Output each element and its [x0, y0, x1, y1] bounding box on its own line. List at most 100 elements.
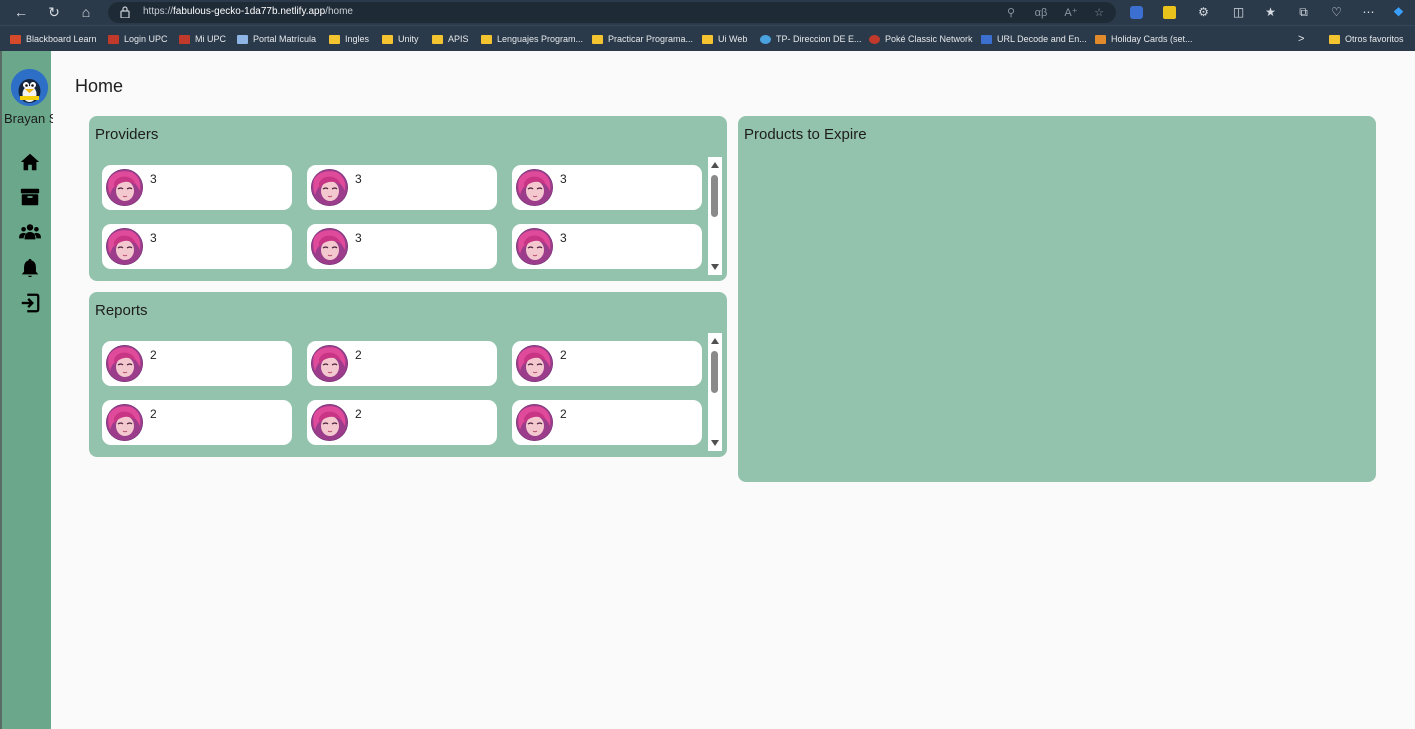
- avatar: [106, 228, 143, 265]
- scroll-up-arrow-icon[interactable]: [711, 338, 719, 344]
- penguin-avatar-icon: [11, 69, 48, 106]
- scroll-thumb[interactable]: [711, 175, 718, 217]
- report-item-value: 2: [355, 348, 362, 362]
- provider-item-value: 3: [150, 231, 157, 245]
- bookmark-item[interactable]: Holiday Cards (set...: [1095, 32, 1193, 46]
- browser-essentials-icon[interactable]: ♡: [1328, 4, 1345, 21]
- report-item-value: 2: [150, 348, 157, 362]
- avatar: [516, 228, 553, 265]
- collections-icon[interactable]: ⧉: [1295, 4, 1312, 21]
- provider-item[interactable]: 3: [307, 224, 497, 269]
- bookmark-item[interactable]: Login UPC: [108, 32, 168, 46]
- providers-card: Providers 3 3 3 3 3 3: [89, 116, 727, 281]
- read-aloud-icon[interactable]: A⁺: [1063, 5, 1079, 21]
- report-item[interactable]: 2: [102, 400, 292, 445]
- avatar: [311, 404, 348, 441]
- lock-icon: [120, 6, 130, 18]
- avatar: [516, 169, 553, 206]
- key-icon[interactable]: ⚲: [1003, 5, 1019, 21]
- bookmark-item[interactable]: Mi UPC: [179, 32, 226, 46]
- providers-title: Providers: [95, 126, 159, 143]
- bookmark-item[interactable]: APIS: [432, 32, 469, 46]
- bookmark-favicon: [237, 34, 248, 44]
- report-item[interactable]: 2: [307, 400, 497, 445]
- extension-translate-icon[interactable]: [1130, 6, 1143, 19]
- avatar: [516, 404, 553, 441]
- copilot-icon[interactable]: ❖: [1390, 4, 1407, 21]
- bookmark-favicon: [179, 34, 190, 44]
- provider-item-value: 3: [150, 172, 157, 186]
- scroll-up-arrow-icon[interactable]: [711, 162, 719, 168]
- translate-icon[interactable]: αβ: [1033, 5, 1049, 21]
- provider-item-value: 3: [560, 172, 567, 186]
- folder-icon: [329, 34, 340, 44]
- scroll-thumb[interactable]: [711, 351, 718, 393]
- users-icon[interactable]: [19, 221, 41, 243]
- home-icon[interactable]: [19, 151, 41, 173]
- back-icon[interactable]: ←: [11, 3, 31, 21]
- favorites-icon[interactable]: ★: [1262, 4, 1279, 21]
- avatar: [516, 345, 553, 382]
- scroll-down-arrow-icon[interactable]: [711, 440, 719, 446]
- report-item[interactable]: 2: [512, 341, 702, 386]
- folder-icon: [432, 34, 443, 44]
- bookmark-item[interactable]: Portal Matrícula: [237, 32, 316, 46]
- archive-icon[interactable]: [19, 186, 41, 208]
- extension-dictionary-icon[interactable]: [1163, 6, 1176, 19]
- provider-item-value: 3: [560, 231, 567, 245]
- bookmark-favicon: [981, 34, 992, 44]
- provider-item[interactable]: 3: [307, 165, 497, 210]
- provider-item[interactable]: 3: [102, 224, 292, 269]
- avatar: [311, 228, 348, 265]
- split-screen-icon[interactable]: ◫: [1230, 4, 1247, 21]
- report-item-value: 2: [560, 348, 567, 362]
- user-avatar[interactable]: [11, 69, 48, 106]
- avatar: [106, 169, 143, 206]
- report-item-value: 2: [355, 407, 362, 421]
- providers-scrollbar[interactable]: [708, 157, 722, 275]
- avatar: [311, 169, 348, 206]
- browser-toolbar: ← ↻ ⌂ https://fabulous-gecko-1da77b.netl…: [0, 0, 1415, 25]
- bookmark-favicon: [10, 34, 21, 44]
- page-title: Home: [75, 76, 124, 96]
- bookmark-favicon: [760, 34, 771, 44]
- refresh-icon[interactable]: ↻: [44, 3, 64, 21]
- provider-item[interactable]: 3: [512, 224, 702, 269]
- provider-item-value: 3: [355, 172, 362, 186]
- more-bookmarks-chevron[interactable]: >: [1298, 32, 1304, 46]
- folder-icon: [1329, 34, 1340, 44]
- bookmark-favicon: [869, 34, 880, 44]
- bookmark-favicon: [108, 34, 119, 44]
- other-favorites[interactable]: Otros favoritos: [1329, 32, 1404, 46]
- bookmark-item[interactable]: Unity: [382, 32, 419, 46]
- scroll-down-arrow-icon[interactable]: [711, 264, 719, 270]
- report-item[interactable]: 2: [102, 341, 292, 386]
- bookmark-item[interactable]: Ingles: [329, 32, 369, 46]
- address-bar[interactable]: https://fabulous-gecko-1da77b.netlify.ap…: [108, 2, 1116, 23]
- bookmark-item[interactable]: TP- Direccion DE E...: [760, 32, 862, 46]
- logout-icon[interactable]: [19, 292, 41, 314]
- products-to-expire-title: Products to Expire: [744, 126, 867, 143]
- bookmark-item[interactable]: Blackboard Learn: [10, 32, 97, 46]
- bookmark-item[interactable]: Practicar Programa...: [592, 32, 693, 46]
- products-to-expire-card: Products to Expire: [738, 116, 1376, 482]
- bookmark-item[interactable]: Ui Web: [702, 32, 747, 46]
- folder-icon: [481, 34, 492, 44]
- more-menu-icon[interactable]: ⋯: [1360, 4, 1377, 21]
- provider-item[interactable]: 3: [512, 165, 702, 210]
- report-item[interactable]: 2: [512, 400, 702, 445]
- bell-icon[interactable]: [19, 257, 41, 279]
- bookmark-item[interactable]: Poké Classic Network: [869, 32, 973, 46]
- url-text[interactable]: https://fabulous-gecko-1da77b.netlify.ap…: [143, 6, 353, 17]
- avatar: [106, 345, 143, 382]
- bookmark-item[interactable]: Lenguajes Program...: [481, 32, 583, 46]
- reports-card: Reports 2 2 2 2 2 2: [89, 292, 727, 457]
- extensions-icon[interactable]: ⚙: [1195, 4, 1212, 21]
- provider-item[interactable]: 3: [102, 165, 292, 210]
- report-item[interactable]: 2: [307, 341, 497, 386]
- bookmark-favicon: [1095, 34, 1106, 44]
- home-browser-icon[interactable]: ⌂: [76, 3, 96, 21]
- bookmark-item[interactable]: URL Decode and En...: [981, 32, 1087, 46]
- favorite-star-icon[interactable]: ☆: [1091, 5, 1107, 21]
- reports-scrollbar[interactable]: [708, 333, 722, 451]
